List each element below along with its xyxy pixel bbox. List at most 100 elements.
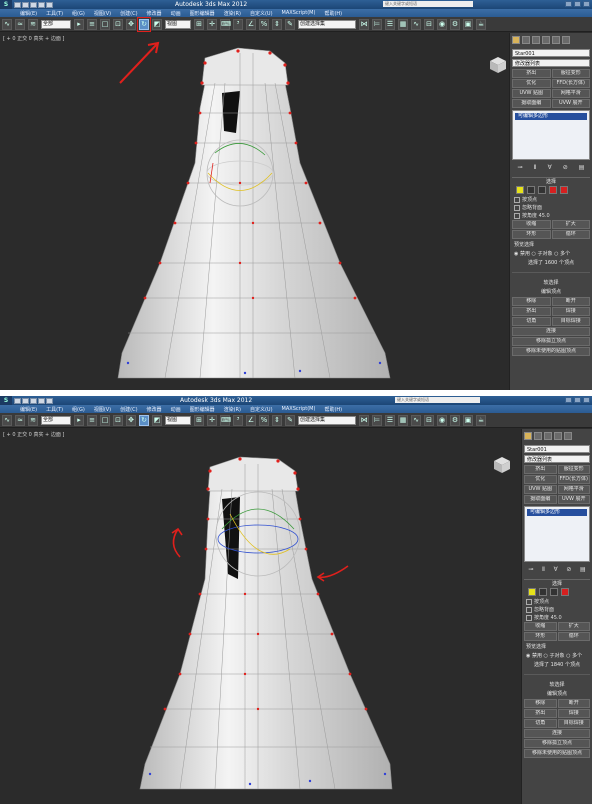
chamfer-button[interactable]: 切角	[512, 317, 551, 326]
preview-options[interactable]: ◉ 禁用 ○ 子对象 ○ 多个	[526, 652, 588, 659]
by-vertex-checkbox[interactable]: 按顶点	[526, 598, 588, 605]
minimize-icon[interactable]	[574, 1, 581, 7]
deform-mod-button[interactable]: 服征变形	[557, 465, 590, 474]
connect-button[interactable]: 连接	[524, 729, 590, 738]
extrude-mod-button[interactable]: 挤出	[512, 69, 551, 78]
render-icon[interactable]: ☕	[476, 414, 486, 426]
render-frame-icon[interactable]: ▣	[463, 414, 473, 426]
graphite-icon[interactable]: ▦	[398, 18, 408, 30]
by-vertex-checkbox[interactable]: 按顶点	[514, 196, 588, 203]
menu-animation[interactable]: 动画	[171, 10, 181, 17]
angle-snap-icon[interactable]: ∠	[246, 414, 256, 426]
help-icon[interactable]	[565, 1, 572, 7]
link-icon[interactable]: ∿	[2, 414, 12, 426]
ring-button[interactable]: 环形	[524, 632, 557, 641]
modifier-list-select[interactable]: 修改器列表	[524, 455, 590, 463]
minimize-icon[interactable]	[574, 397, 581, 403]
rollout-selection-header[interactable]: 选择	[512, 177, 590, 185]
show-result-icon[interactable]: Ⅱ	[534, 164, 537, 171]
close-icon[interactable]	[583, 1, 590, 7]
loop-button[interactable]: 循环	[557, 632, 590, 641]
polygon-mode-icon[interactable]	[549, 186, 557, 194]
edit-vertices-rollout[interactable]: 编辑顶点	[514, 288, 588, 295]
menu-create[interactable]: 创建(C)	[120, 10, 137, 17]
search-input[interactable]: 键入关键字或短语	[395, 397, 480, 403]
undo-icon[interactable]	[38, 397, 45, 404]
snap-icon[interactable]: ³	[233, 414, 243, 426]
edit-poly-button[interactable]: 摄取面编	[512, 99, 551, 108]
angle-snap-icon[interactable]: ∠	[246, 18, 256, 30]
snap-icon[interactable]: ³	[233, 18, 243, 30]
target-weld-button[interactable]: 目标焊接	[551, 317, 590, 326]
mirror-icon[interactable]: ⋈	[359, 414, 369, 426]
deform-mod-button[interactable]: 服征变形	[551, 69, 590, 78]
menu-help[interactable]: 帮助(H)	[324, 406, 342, 413]
show-result-icon[interactable]: Ⅱ	[542, 566, 545, 573]
menu-animation[interactable]: 动画	[171, 406, 181, 413]
element-mode-icon[interactable]	[560, 186, 568, 194]
stack-item-editable-poly[interactable]: 可编辑多边形	[527, 509, 587, 516]
stack-item-editable-poly[interactable]: 可编辑多边形	[515, 113, 587, 120]
object-name-field[interactable]: Star001	[512, 49, 590, 57]
named-selection-select[interactable]: 创建选择集	[298, 19, 356, 29]
save-icon[interactable]	[30, 1, 37, 8]
menu-create[interactable]: 创建(C)	[120, 406, 137, 413]
grow-button[interactable]: 扩大	[557, 622, 590, 631]
vertex-mode-icon[interactable]	[516, 186, 524, 194]
by-angle-checkbox[interactable]: 按角度 45.0	[526, 614, 588, 621]
scale-icon[interactable]: ◩	[152, 414, 162, 426]
rect-selection-icon[interactable]: □	[100, 414, 110, 426]
keyboard-shortcut-icon[interactable]: ⌨	[220, 414, 231, 426]
target-weld-button[interactable]: 目标焊接	[557, 719, 590, 728]
edit-named-selection-icon[interactable]: ✎	[285, 18, 295, 30]
reference-coord-select[interactable]: 视图	[165, 19, 191, 29]
shrink-button[interactable]: 收缩	[512, 220, 551, 229]
rollout-selection-header[interactable]: 选择	[524, 579, 590, 587]
pivot-icon[interactable]: ⊞	[194, 414, 204, 426]
soft-selection-rollout[interactable]: 软选择	[526, 681, 588, 688]
meshsmooth-button[interactable]: 网格平滑	[557, 485, 590, 494]
align-icon[interactable]: ⊨	[372, 414, 382, 426]
curve-editor-icon[interactable]: ∿	[411, 414, 421, 426]
delete-modifier-icon[interactable]: ⊘	[563, 164, 568, 171]
select-object-icon[interactable]: ▸	[74, 414, 84, 426]
weld-button[interactable]: 焊接	[557, 709, 590, 718]
spinner-snap-icon[interactable]: ⇕	[272, 18, 282, 30]
remove-button[interactable]: 移除	[524, 699, 557, 708]
object-name-field[interactable]: Star001	[524, 445, 590, 453]
link-icon[interactable]: ∿	[2, 18, 12, 30]
remove-button[interactable]: 移除	[512, 297, 551, 306]
weld-button[interactable]: 焊接	[551, 307, 590, 316]
render-frame-icon[interactable]: ▣	[463, 18, 473, 30]
configure-icon[interactable]: ▤	[580, 566, 586, 573]
select-by-name-icon[interactable]: ≡	[87, 18, 97, 30]
shrink-button[interactable]: 收缩	[524, 622, 557, 631]
view-cube-icon[interactable]	[492, 455, 512, 475]
schematic-icon[interactable]: ⊟	[424, 414, 434, 426]
edit-vertices-rollout[interactable]: 编辑顶点	[526, 690, 588, 697]
menu-tools[interactable]: 工具(T)	[46, 406, 63, 413]
optimize-mod-button[interactable]: 优化	[524, 475, 557, 484]
menu-customize[interactable]: 自定义(U)	[250, 406, 273, 413]
align-icon[interactable]: ⊨	[372, 18, 382, 30]
remove-isolated-button[interactable]: 移除孤立顶点	[524, 739, 590, 748]
help-icon[interactable]	[565, 397, 572, 403]
remove-isolated-button[interactable]: 移除孤立顶点	[512, 337, 590, 346]
motion-tab-icon[interactable]	[554, 432, 562, 440]
menu-rendering[interactable]: 渲染(R)	[224, 406, 241, 413]
unique-icon[interactable]: ∀	[548, 164, 552, 171]
manipulate-icon[interactable]: ✛	[207, 18, 217, 30]
scale-icon[interactable]: ◩	[152, 18, 162, 30]
menu-edit[interactable]: 编辑(E)	[20, 10, 37, 17]
break-button[interactable]: 断开	[557, 699, 590, 708]
selection-filter-select[interactable]: 全部	[41, 19, 71, 29]
unwrap-uvw-button[interactable]: UVW 展开	[551, 99, 590, 108]
modifier-list-select[interactable]: 修改器列表	[512, 59, 590, 67]
unlink-icon[interactable]: ≈	[15, 414, 25, 426]
menu-group[interactable]: 组(G)	[72, 406, 85, 413]
unique-icon[interactable]: ∀	[554, 566, 558, 573]
selection-filter-select[interactable]: 全部	[41, 415, 71, 425]
keyboard-shortcut-icon[interactable]: ⌨	[220, 18, 231, 30]
border-mode-icon[interactable]	[550, 588, 558, 596]
select-by-name-icon[interactable]: ≡	[87, 414, 97, 426]
